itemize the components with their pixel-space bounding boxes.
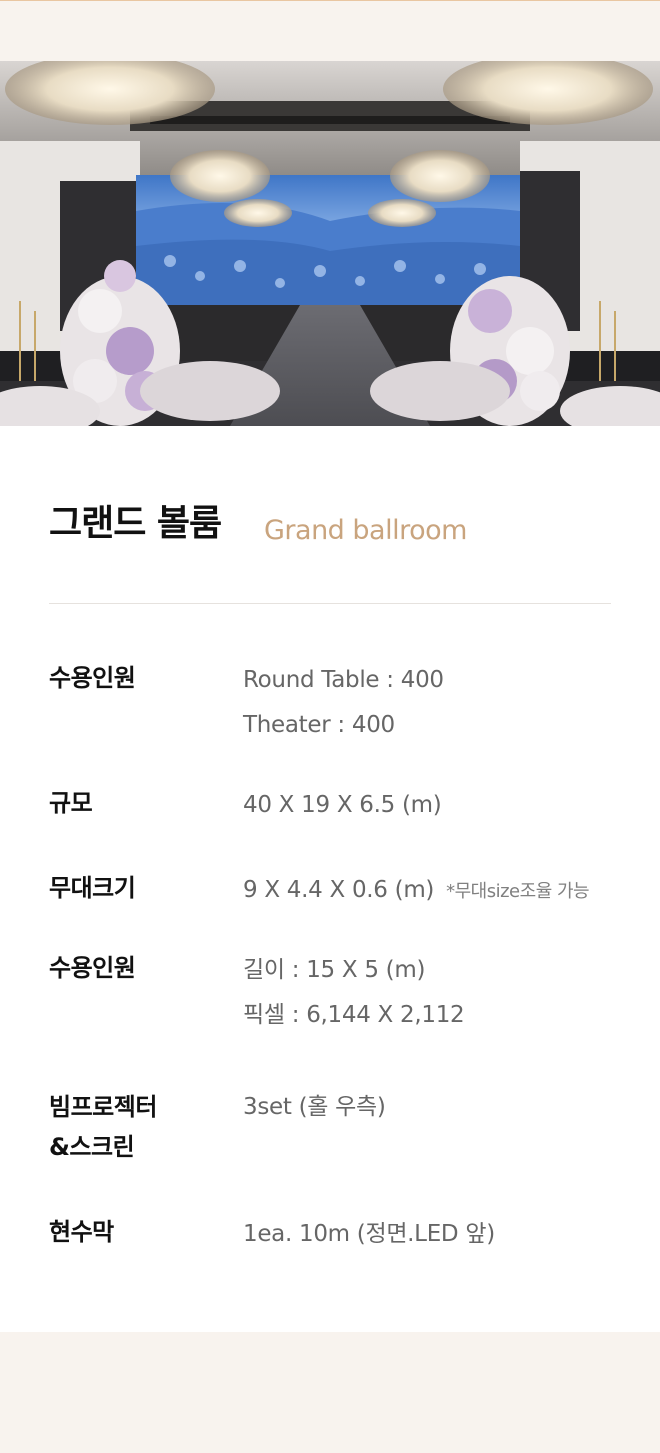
spec-value-line: 3set (홀 우측) [243, 1094, 386, 1120]
spec-label: 규모 [49, 789, 93, 817]
spec-label: 무대크기 [49, 874, 136, 902]
spec-value: 9 X 4.4 X 0.6 (m) *무대size조율 가능 [243, 868, 590, 914]
spec-value: 40 X 19 X 6.5 (m) [243, 783, 442, 828]
spec-label: 수용인원 [49, 954, 136, 982]
divider [49, 603, 611, 604]
spec-value: 1ea. 10m (정면.LED 앞) [243, 1212, 495, 1257]
spec-value: 3set (홀 우측) [243, 1085, 386, 1130]
spec-label-line: &스크린 [49, 1133, 135, 1161]
spec-value-line: Theater : 400 [243, 712, 395, 738]
spec-value-line: Round Table : 400 [243, 667, 444, 693]
spec-label: 수용인원 [49, 664, 136, 692]
ballroom-photo [0, 61, 660, 426]
spec-value-line: 9 X 4.4 X 0.6 (m) [243, 877, 435, 903]
ballroom-illustration [0, 61, 660, 426]
spec-label: 빔프로젝터 &스크린 [49, 1087, 229, 1167]
spec-label-line: 빔프로젝터 [49, 1093, 157, 1121]
bottom-band [0, 1332, 660, 1453]
spec-value: 길이 : 15 X 5 (m) 픽셀 : 6,144 X 2,112 [243, 948, 465, 1038]
spec-value: Round Table : 400 Theater : 400 [243, 658, 444, 748]
spec-label: 현수막 [49, 1218, 114, 1246]
title-english: Grand ballroom [264, 515, 467, 546]
spec-note: *무대size조율 가능 [446, 881, 590, 902]
spec-value-line: 픽셀 : 6,144 X 2,112 [243, 1002, 465, 1028]
spec-value-line: 1ea. 10m (정면.LED 앞) [243, 1221, 495, 1247]
title-korean: 그랜드 볼룸 [49, 503, 222, 544]
spec-value-line: 40 X 19 X 6.5 (m) [243, 792, 442, 818]
spec-value-line: 길이 : 15 X 5 (m) [243, 957, 426, 983]
top-band [0, 0, 660, 61]
